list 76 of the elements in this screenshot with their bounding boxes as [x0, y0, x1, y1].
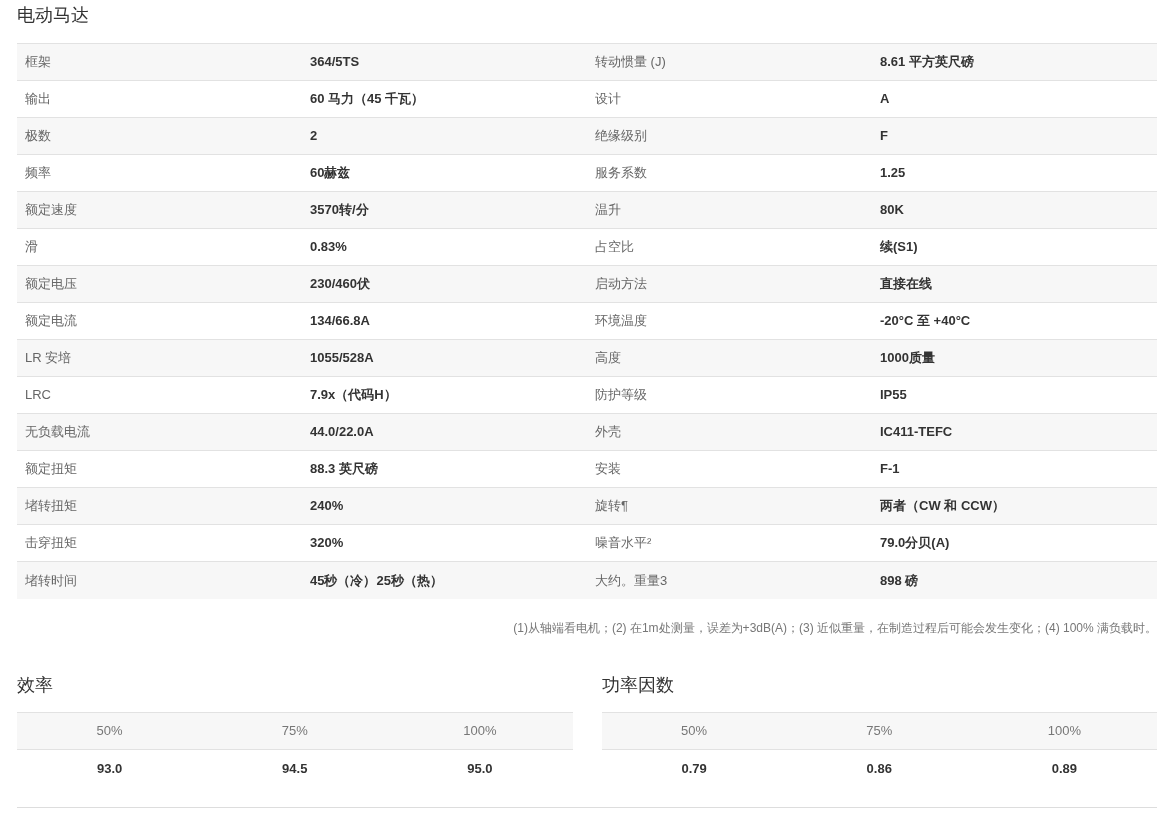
spec-value: 60 马力（45 千瓦） — [310, 91, 425, 107]
spec-label: 频率 — [25, 165, 51, 181]
spec-label: 温升 — [595, 202, 621, 218]
spec-label: 占空比 — [595, 239, 634, 255]
spec-value: 两者（CW 和 CCW） — [880, 498, 1005, 514]
table-value: 94.5 — [282, 760, 308, 776]
spec-label: 额定电流 — [25, 313, 77, 329]
table-value: 95.0 — [467, 760, 493, 776]
spec-label: 大约。重量3 — [595, 572, 668, 588]
column-header: 75% — [281, 723, 308, 739]
spec-label: 旋转¶ — [595, 498, 628, 514]
spec-value: -20°C 至 +40°C — [880, 313, 971, 329]
spec-label: 高度 — [595, 350, 621, 366]
section-title: 功率因数 — [601, 674, 675, 697]
spec-value: IC411-TEFC — [880, 424, 953, 440]
spec-value: F-1 — [880, 461, 900, 477]
spec-value: 134/66.8A — [310, 313, 370, 329]
spec-value: IP55 — [880, 387, 907, 403]
spec-value: 0.83% — [310, 239, 347, 255]
spec-label: 滑 — [25, 239, 38, 255]
spec-label: 额定扭矩 — [25, 461, 77, 477]
spec-value: 60赫兹 — [310, 165, 351, 181]
spec-label: 环境温度 — [595, 313, 647, 329]
spec-value: 7.9x（代码H） — [310, 387, 397, 403]
section-title: 效率 — [17, 674, 54, 697]
spec-value: 44.0/22.0A — [310, 424, 374, 440]
column-header: 100% — [1047, 723, 1082, 739]
spec-value: 1000质量 — [880, 350, 935, 366]
spec-value: 续(S1) — [880, 239, 918, 255]
spec-value: 79.0分贝(A) — [880, 535, 950, 551]
spec-value: A — [880, 91, 890, 107]
table-value: 0.89 — [1051, 760, 1078, 776]
spec-value: 45秒（冷）25秒（热） — [310, 572, 443, 588]
spec-label: LR 安培 — [25, 350, 72, 366]
spec-value: 320% — [310, 535, 344, 551]
table-value: 0.86 — [866, 760, 892, 776]
spec-label: 堵转扭矩 — [25, 498, 77, 514]
spec-label: 击穿扭矩 — [25, 535, 77, 551]
spec-label: LRC — [25, 387, 51, 403]
spec-label: 转动惯量 (J) — [595, 54, 666, 70]
spec-label: 防护等级 — [595, 387, 647, 403]
spec-value: 1.25 — [880, 165, 906, 181]
spec-label: 额定电压 — [25, 276, 77, 292]
column-header: 75% — [866, 723, 893, 739]
spec-label: 启动方法 — [595, 276, 647, 292]
page-title: 电动马达 — [17, 4, 90, 27]
spec-value: 3570转/分 — [310, 202, 369, 218]
spec-label: 安装 — [595, 461, 621, 477]
spec-value: 直接在线 — [880, 276, 932, 292]
spec-value: 80K — [880, 202, 904, 218]
spec-label: 设计 — [595, 91, 621, 107]
spec-label: 框架 — [25, 54, 51, 70]
column-header: 50% — [96, 723, 123, 739]
column-header: 50% — [681, 723, 708, 739]
spec-label: 额定速度 — [25, 202, 77, 218]
spec-value: 1055/528A — [310, 350, 374, 366]
spec-value: 230/460伏 — [310, 276, 370, 292]
spec-value: 898 磅 — [880, 572, 919, 588]
spec-label: 无负载电流 — [25, 424, 90, 440]
spec-label: 噪音水平² — [595, 535, 652, 551]
table-value: 0.79 — [681, 760, 707, 776]
spec-label: 极数 — [25, 128, 51, 144]
table-value: 93.0 — [96, 760, 123, 776]
spec-label: 绝缘级别 — [595, 128, 647, 144]
spec-label: 外壳 — [595, 424, 621, 440]
spec-value: 2 — [310, 128, 318, 144]
spec-label: 输出 — [25, 91, 51, 107]
spec-value: 364/5TS — [310, 54, 360, 70]
column-header: 100% — [463, 723, 497, 739]
spec-value: 240% — [310, 498, 344, 514]
spec-label: 服务系数 — [595, 165, 647, 181]
spec-value: 88.3 英尺磅 — [310, 461, 378, 477]
spec-label: 堵转时间 — [25, 572, 77, 588]
spec-value: F — [880, 128, 888, 144]
spec-value: 8.61 平方英尺磅 — [880, 54, 974, 70]
footnote-text: (1)从轴端看电机；(2) 在1m处测量，误差为+3dB(A)；(3) 近似重量，在制造过程后可能会发生变化；(4) 100% 满负载时。 — [512, 619, 1157, 637]
